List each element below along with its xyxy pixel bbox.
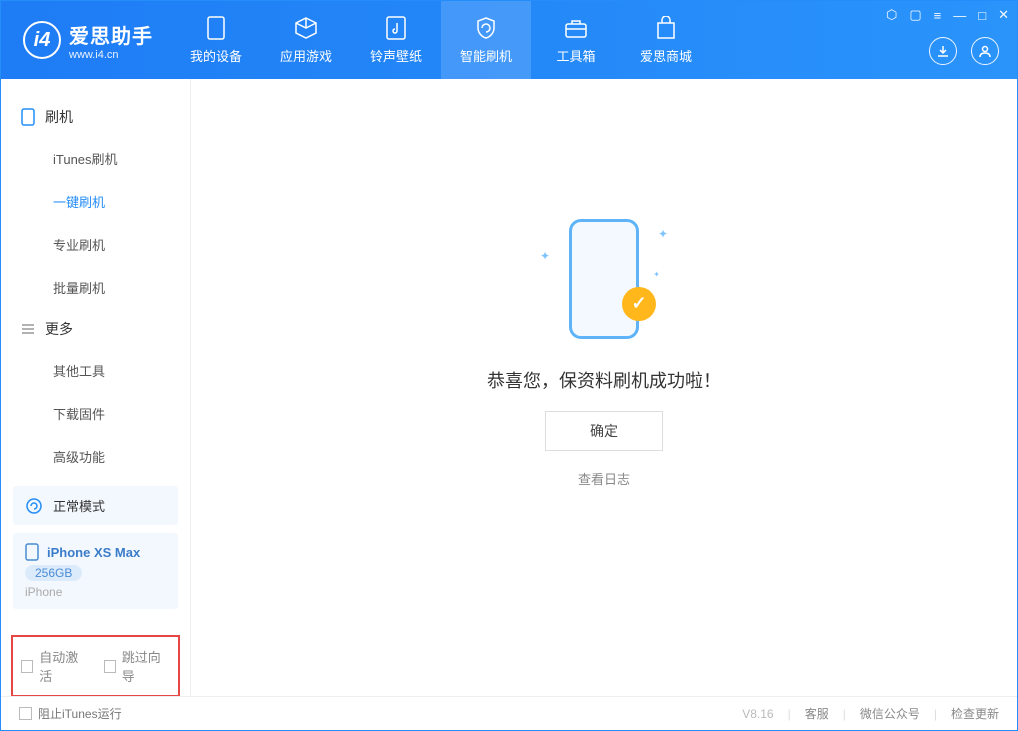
tab-toolbox[interactable]: 工具箱 [531, 1, 621, 79]
tab-ringtones[interactable]: 铃声壁纸 [351, 1, 441, 79]
mode-box[interactable]: 正常模式 [13, 486, 178, 525]
download-button[interactable] [929, 37, 957, 65]
capacity-badge: 256GB [25, 565, 82, 581]
tab-label: 我的设备 [190, 46, 242, 65]
footer-link-update[interactable]: 检查更新 [951, 705, 999, 722]
list-icon [21, 322, 35, 336]
success-message: 恭喜您，保资料刷机成功啦！ [487, 367, 721, 393]
sidebar-item-oneclick-flash[interactable]: 一键刷机 [1, 180, 190, 223]
phone-shape-icon [569, 219, 639, 339]
tab-label: 爱思商城 [640, 46, 692, 65]
mode-label: 正常模式 [53, 496, 105, 515]
main-content: ✦ ✦ ✦ ✓ 恭喜您，保资料刷机成功啦！ 确定 查看日志 [191, 79, 1017, 697]
main-tabs: 我的设备 应用游戏 铃声壁纸 智能刷机 工具箱 爱思商城 [171, 1, 711, 79]
view-log-link[interactable]: 查看日志 [578, 469, 630, 488]
user-button[interactable] [971, 37, 999, 65]
sparkle-icon: ✦ [540, 249, 550, 263]
sidebar-item-pro-flash[interactable]: 专业刷机 [1, 223, 190, 266]
refresh-icon [25, 497, 43, 515]
device-icon [204, 16, 228, 40]
version-label: V8.16 [742, 707, 773, 721]
checkbox-auto-activate[interactable]: 自动激活 [21, 647, 88, 685]
logo-icon: i4 [23, 21, 61, 59]
footer: 阻止iTunes运行 V8.16 | 客服 | 微信公众号 | 检查更新 [1, 696, 1017, 730]
phone-icon [21, 108, 35, 126]
tab-label: 应用游戏 [280, 46, 332, 65]
sidebar-item-other-tools[interactable]: 其他工具 [1, 349, 190, 392]
cube-icon [294, 16, 318, 40]
menu-icon[interactable]: ≡ [934, 8, 942, 23]
logo-text: 爱思助手 [69, 20, 153, 49]
shirt-icon[interactable]: ⬡ [886, 7, 897, 23]
header: i4 爱思助手 www.i4.cn 我的设备 应用游戏 铃声壁纸 智能刷机 工具… [1, 1, 1017, 79]
tab-apps[interactable]: 应用游戏 [261, 1, 351, 79]
ok-button[interactable]: 确定 [545, 411, 663, 451]
tab-label: 智能刷机 [460, 46, 512, 65]
sidebar: 刷机 iTunes刷机 一键刷机 专业刷机 批量刷机 更多 其他工具 下载固件 … [1, 79, 191, 697]
tab-store[interactable]: 爱思商城 [621, 1, 711, 79]
maximize-button[interactable]: □ [978, 8, 986, 23]
window-controls: ⬡ ▢ ≡ — □ ✕ [886, 7, 1009, 23]
tab-label: 铃声壁纸 [370, 46, 422, 65]
music-file-icon [384, 16, 408, 40]
bag-icon [654, 16, 678, 40]
sidebar-item-batch-flash[interactable]: 批量刷机 [1, 266, 190, 309]
sparkle-icon: ✦ [653, 270, 660, 279]
minimize-button[interactable]: — [953, 8, 966, 23]
highlighted-checkbox-row: 自动激活 跳过向导 [11, 635, 180, 697]
device-name-text: iPhone XS Max [47, 545, 140, 560]
checkbox-skip-guide[interactable]: 跳过向导 [104, 647, 171, 685]
phone-icon [25, 543, 39, 561]
footer-link-support[interactable]: 客服 [805, 705, 829, 722]
sparkle-icon: ✦ [658, 227, 668, 241]
tab-flash[interactable]: 智能刷机 [441, 1, 531, 79]
device-box[interactable]: iPhone XS Max 256GB iPhone [13, 533, 178, 609]
tab-label: 工具箱 [556, 46, 595, 65]
close-button[interactable]: ✕ [998, 7, 1009, 23]
shield-refresh-icon [474, 16, 498, 40]
sidebar-group-flash: 刷机 [1, 97, 190, 137]
checkmark-badge-icon: ✓ [622, 287, 656, 321]
sidebar-group-more: 更多 [1, 309, 190, 349]
logo[interactable]: i4 爱思助手 www.i4.cn [1, 20, 171, 61]
sidebar-item-download-firmware[interactable]: 下载固件 [1, 392, 190, 435]
success-illustration: ✦ ✦ ✦ ✓ [534, 209, 674, 349]
sidebar-item-itunes-flash[interactable]: iTunes刷机 [1, 137, 190, 180]
toolbox-icon [564, 16, 588, 40]
sidebar-item-advanced[interactable]: 高级功能 [1, 435, 190, 478]
footer-link-wechat[interactable]: 微信公众号 [860, 705, 920, 722]
device-type: iPhone [25, 585, 62, 599]
lock-icon[interactable]: ▢ [909, 7, 921, 23]
header-right-buttons [929, 37, 999, 65]
logo-subtitle: www.i4.cn [69, 49, 153, 61]
tab-my-device[interactable]: 我的设备 [171, 1, 261, 79]
checkbox-block-itunes[interactable]: 阻止iTunes运行 [19, 705, 122, 722]
